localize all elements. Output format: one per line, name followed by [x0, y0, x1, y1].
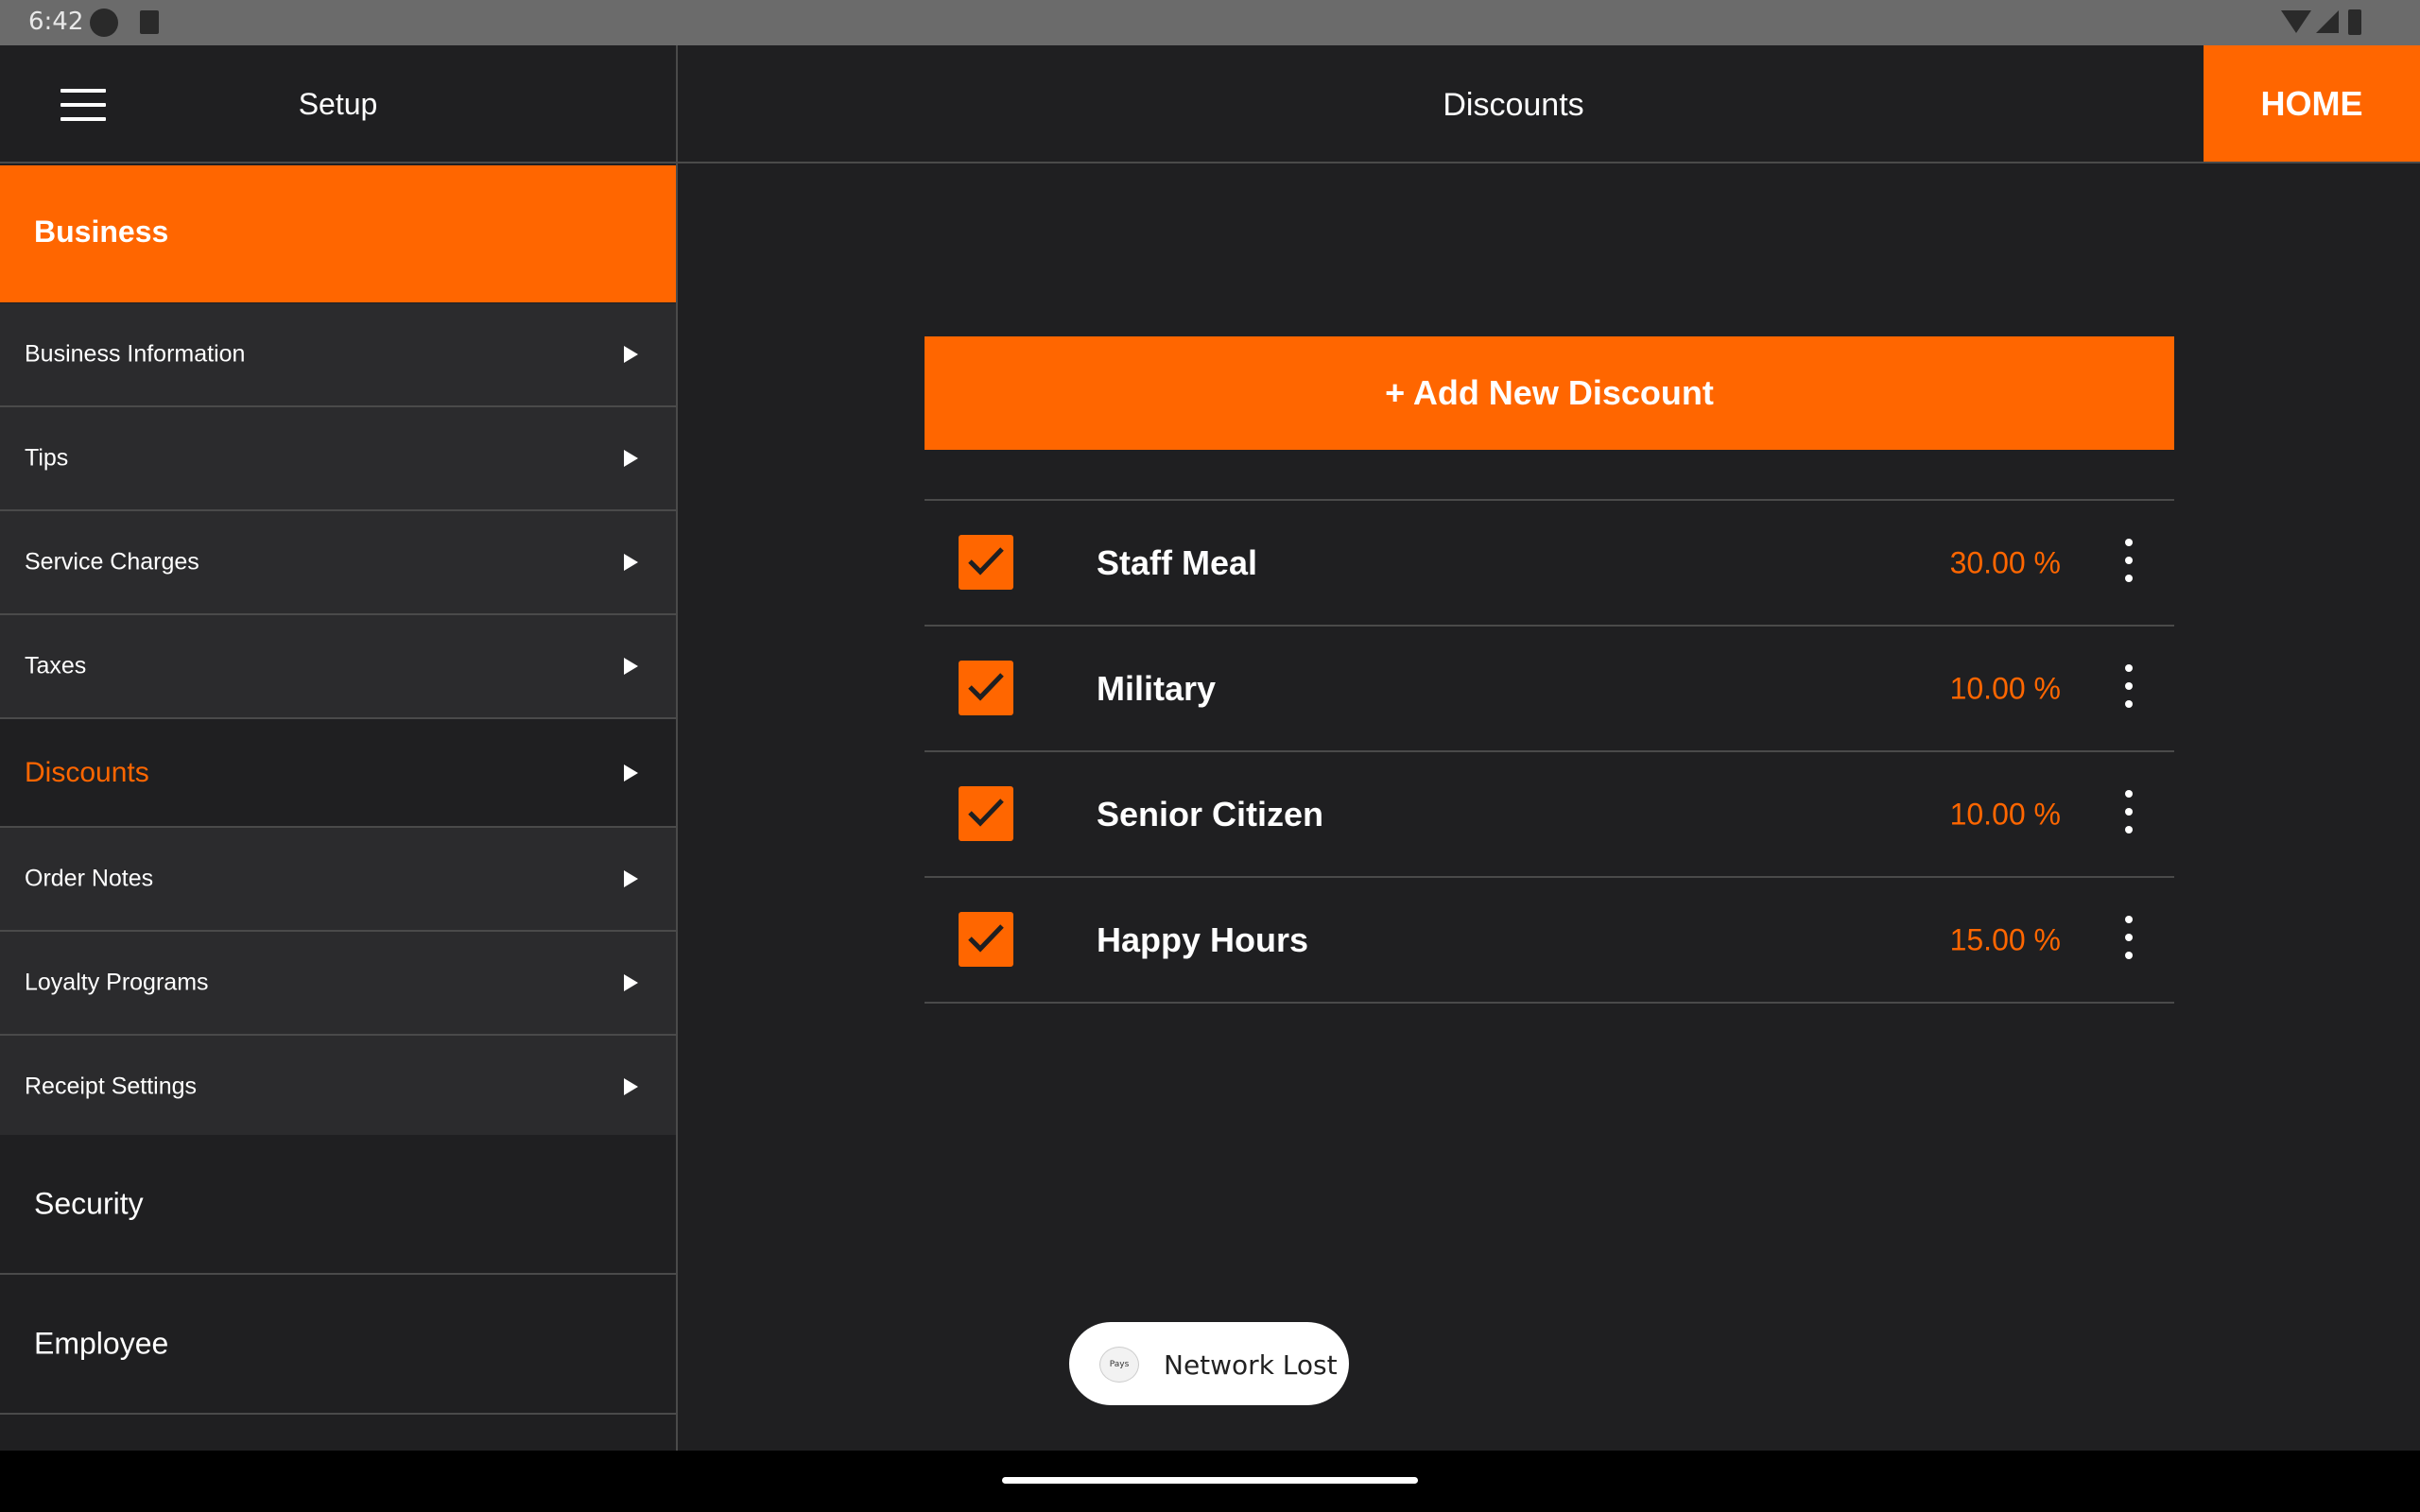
arrow-right-icon: [624, 764, 638, 782]
app-icon: Pays: [1099, 1347, 1139, 1383]
home-gesture-handle[interactable]: [1002, 1477, 1418, 1484]
network-lost-toast: Pays Network Lost: [1069, 1322, 1349, 1405]
enabled-checkbox[interactable]: [959, 912, 1013, 967]
checkmark-icon: [968, 547, 1004, 576]
sidebar-item-loyalty-programs[interactable]: Loyalty Programs: [0, 932, 676, 1036]
top-bar: Discounts: [678, 45, 2420, 163]
checkmark-icon: [968, 799, 1004, 827]
sidebar-item-label: Receipt Settings: [25, 1073, 198, 1100]
navigation-bar: [0, 1451, 2420, 1512]
sidebar-header: Setup: [0, 45, 676, 163]
wifi-icon: [2281, 10, 2311, 33]
sidebar-item-label: Order Notes: [25, 865, 154, 892]
sidebar-item-order-notes[interactable]: Order Notes: [0, 828, 676, 932]
discount-name: Senior Citizen: [1097, 794, 1324, 833]
sidebar-item-label: Tips: [25, 444, 69, 472]
sidebar-item-service-charges[interactable]: Service Charges: [0, 511, 676, 615]
discount-value: 10.00 %: [1949, 671, 2061, 705]
list-item: Senior Citizen 10.00 %: [925, 752, 2174, 878]
discount-name: Staff Meal: [1097, 542, 1258, 582]
checkmark-icon: [968, 924, 1004, 953]
arrow-right-icon: [624, 1078, 638, 1095]
sidebar-item-label: Service Charges: [25, 548, 199, 576]
more-options-icon[interactable]: [2118, 664, 2140, 712]
add-new-discount-button[interactable]: + Add New Discount: [925, 336, 2174, 450]
sidebar-item-discounts[interactable]: Discounts: [0, 719, 676, 828]
status-bar: 6:42: [0, 0, 2420, 45]
more-options-icon[interactable]: [2118, 916, 2140, 963]
arrow-right-icon: [624, 974, 638, 991]
sync-icon: [90, 9, 118, 37]
sidebar-section-label: Security: [34, 1186, 144, 1221]
more-options-icon[interactable]: [2118, 790, 2140, 837]
list-item: Military 10.00 %: [925, 627, 2174, 752]
discount-value: 15.00 %: [1949, 922, 2061, 956]
sidebar-section-label: Employee: [34, 1326, 169, 1361]
home-button[interactable]: HOME: [2204, 45, 2420, 162]
sidebar-item-label: Discounts: [25, 756, 149, 788]
checkmark-icon: [968, 673, 1004, 701]
sidebar-section-label: Business: [34, 215, 169, 249]
battery-icon: [2348, 9, 2361, 35]
sidebar-title: Setup: [298, 87, 378, 121]
arrow-right-icon: [624, 658, 638, 675]
more-options-icon[interactable]: [2118, 539, 2140, 586]
discount-name: Happy Hours: [1097, 919, 1309, 959]
sidebar-section-business[interactable]: Business: [0, 165, 676, 302]
discount-list: Staff Meal 30.00 % Military 10.00 % Seni…: [925, 499, 2174, 1004]
sidebar-item-label: Business Information: [25, 340, 246, 368]
toast-message: Network Lost: [1164, 1349, 1338, 1381]
cell-signal-icon: [2316, 10, 2339, 33]
sidebar-section-employee[interactable]: Employee: [0, 1275, 676, 1415]
list-item: Happy Hours 15.00 %: [925, 878, 2174, 1004]
sidebar-item-taxes[interactable]: Taxes: [0, 615, 676, 719]
discount-value: 10.00 %: [1949, 797, 2061, 831]
sidebar-item-label: Taxes: [25, 652, 87, 679]
list-item: Staff Meal 30.00 %: [925, 501, 2174, 627]
sidebar-item-receipt-settings[interactable]: Receipt Settings: [0, 1036, 676, 1140]
page-title: Discounts: [1443, 87, 1584, 123]
status-time: 6:42: [28, 8, 84, 36]
discount-name: Military: [1097, 668, 1217, 708]
enabled-checkbox[interactable]: [959, 661, 1013, 715]
enabled-checkbox[interactable]: [959, 786, 1013, 841]
sd-card-icon: [140, 10, 159, 34]
arrow-right-icon: [624, 346, 638, 363]
discount-value: 30.00 %: [1949, 545, 2061, 579]
enabled-checkbox[interactable]: [959, 535, 1013, 590]
sidebar-item-tips[interactable]: Tips: [0, 407, 676, 511]
sidebar-item-business-information[interactable]: Business Information: [0, 303, 676, 407]
arrow-right-icon: [624, 870, 638, 887]
sidebar-submenu: Business Information Tips Service Charge…: [0, 303, 676, 1140]
arrow-right-icon: [624, 554, 638, 571]
arrow-right-icon: [624, 450, 638, 467]
sidebar-section-security[interactable]: Security: [0, 1135, 676, 1275]
sidebar-item-label: Loyalty Programs: [25, 969, 209, 996]
sidebar: Setup Business Business Information Tips…: [0, 45, 678, 1451]
